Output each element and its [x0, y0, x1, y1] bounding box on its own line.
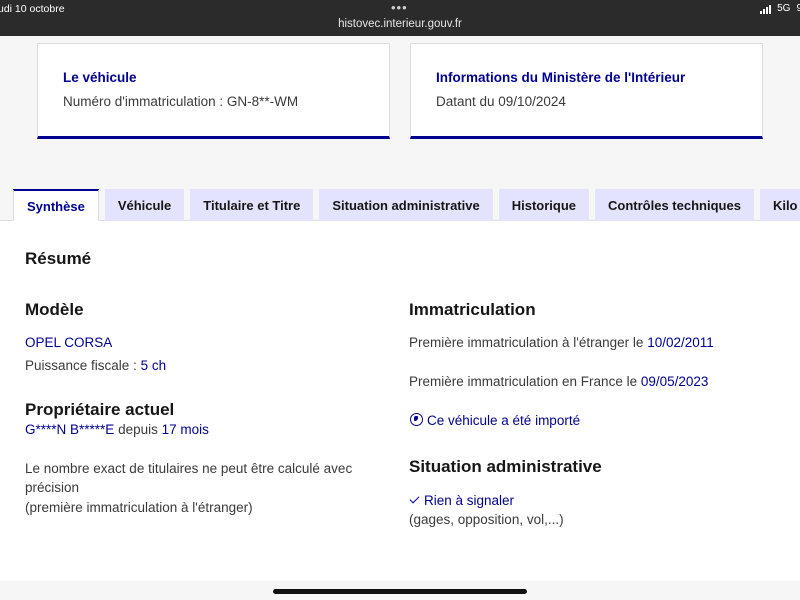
- tab-vehicule[interactable]: Véhicule: [104, 189, 185, 221]
- owner-note-line1: Le nombre exact de titulaires ne peut êt…: [25, 461, 353, 476]
- owner-name: G****N B*****E: [25, 422, 115, 437]
- owner-since-value: 17 mois: [161, 422, 209, 437]
- foreign-registration: Première immatriculation à l'étranger le…: [409, 335, 714, 350]
- vehicle-card-title: Le véhicule: [63, 70, 137, 85]
- admin-heading: Situation administrative: [409, 457, 602, 476]
- imported-label: Ce véhicule a été importé: [427, 413, 581, 428]
- owner-since-label: depuis: [118, 422, 158, 437]
- status-indicators: 5G 9: [760, 3, 800, 14]
- status-time: udi 10 octobre: [0, 3, 65, 15]
- owner-note-line2: précision: [25, 480, 80, 495]
- foreign-registration-date: 10/02/2011: [647, 335, 714, 350]
- vehicle-card: Le véhicule Numéro d'immatriculation : G…: [37, 43, 390, 139]
- france-registration: Première immatriculation en France le 09…: [409, 374, 708, 389]
- battery-label: 9: [796, 3, 800, 14]
- fiscal-power-label: Puissance fiscale :: [25, 358, 137, 373]
- check-icon: [409, 493, 420, 504]
- status-bar: udi 10 octobre ••• histovec.interieur.go…: [0, 0, 800, 36]
- more-dots-icon[interactable]: •••: [391, 0, 408, 15]
- owner-line: G****N B*****E depuis 17 mois: [25, 422, 209, 437]
- globe-icon: [410, 413, 423, 426]
- summary-panel: Résumé Modèle OPEL CORSA Puissance fisca…: [0, 221, 800, 581]
- url-bar[interactable]: histovec.interieur.gouv.fr: [0, 18, 800, 30]
- tab-kilometrage[interactable]: Kilo: [759, 189, 800, 221]
- tab-titulaire-et-titre[interactable]: Titulaire et Titre: [190, 189, 314, 221]
- model-name: OPEL CORSA: [25, 335, 113, 350]
- owner-note-line3: (première immatriculation à l'étranger): [25, 500, 253, 515]
- imported-link[interactable]: Ce véhicule a été importé: [410, 413, 580, 428]
- admin-status: Rien à signaler: [409, 493, 514, 508]
- registration-heading: Immatriculation: [409, 300, 536, 319]
- admin-details: (gages, opposition, vol,...): [409, 512, 564, 527]
- owner-heading: Propriétaire actuel: [25, 400, 175, 419]
- fiscal-power-value: 5 ch: [140, 358, 167, 373]
- network-label: 5G: [777, 3, 791, 14]
- registration-number: Numéro d'immatriculation : GN-8**-WM: [63, 94, 299, 109]
- france-registration-date: 09/05/2023: [640, 374, 709, 389]
- model-heading: Modèle: [25, 300, 84, 319]
- home-indicator[interactable]: [273, 589, 527, 594]
- france-registration-label: Première immatriculation en France le: [409, 374, 638, 389]
- foreign-registration-label: Première immatriculation à l'étranger le: [409, 335, 644, 350]
- summary-title: Résumé: [25, 249, 92, 268]
- tab-bar: Synthèse Véhicule Titulaire et Titre Sit…: [13, 189, 800, 222]
- admin-status-label: Rien à signaler: [424, 493, 515, 508]
- tab-historique[interactable]: Historique: [498, 189, 590, 221]
- fiscal-power: Puissance fiscale : 5 ch: [25, 358, 166, 373]
- tab-synthese[interactable]: Synthèse: [13, 189, 99, 222]
- tab-situation-administrative[interactable]: Situation administrative: [319, 189, 493, 221]
- tab-controles-techniques[interactable]: Contrôles techniques: [595, 189, 754, 221]
- ministry-card-title: Informations du Ministère de l'Intérieur: [436, 70, 686, 85]
- ministry-card: Informations du Ministère de l'Intérieur…: [410, 43, 763, 139]
- signal-icon: [760, 5, 772, 14]
- ministry-date: Datant du 09/10/2024: [436, 94, 566, 109]
